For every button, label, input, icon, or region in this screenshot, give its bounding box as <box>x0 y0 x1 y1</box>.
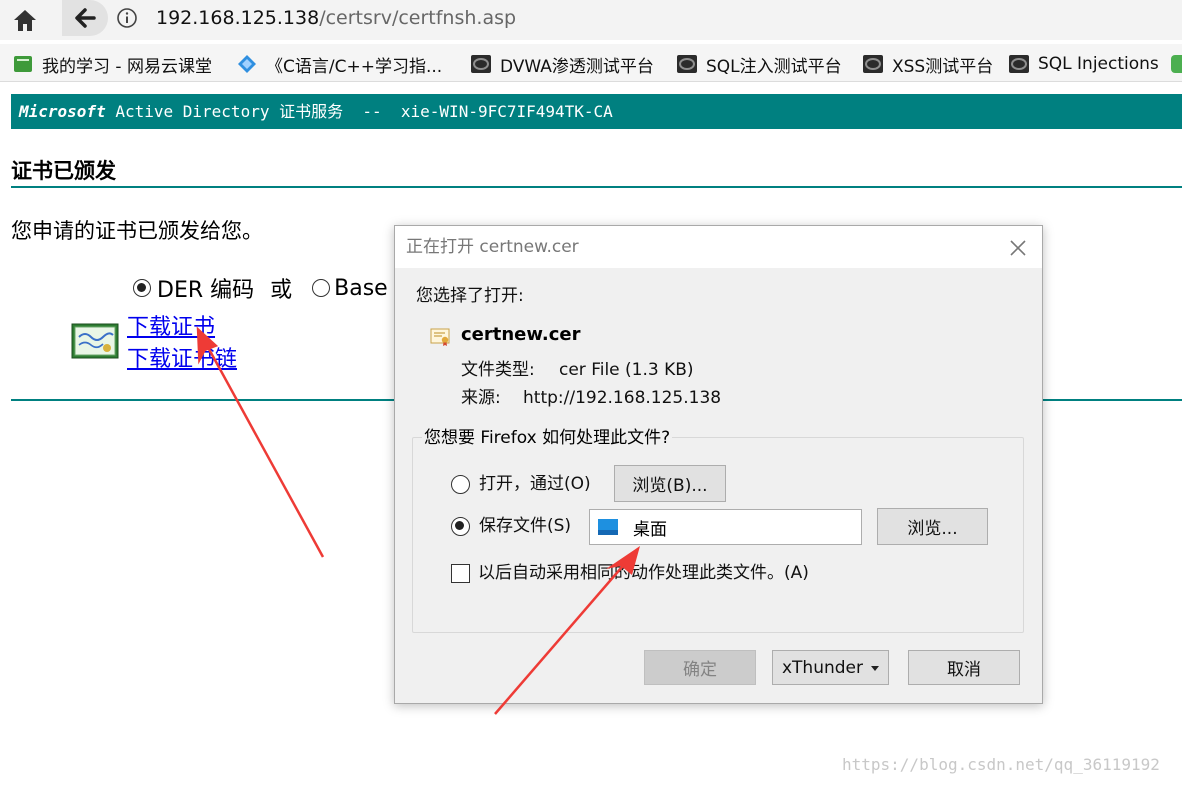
open-with-label: 打开，通过(O) <box>479 474 591 494</box>
desktop-icon <box>598 519 618 535</box>
auto-action-label: 以后自动采用相同的动作处理此类文件。(A) <box>478 563 809 583</box>
bookmarks-bar: 我的学习 - 网易云课堂 《C语言/C++学习指... DVWA渗透测试平台 S… <box>0 44 1182 82</box>
save-location-value: 桌面 <box>633 519 667 540</box>
xthunder-button[interactable]: xThunder <box>772 650 889 685</box>
file-type-value: cer File (1.3 KB) <box>559 360 694 380</box>
download-cert-link[interactable]: 下载证书 <box>127 313 215 343</box>
save-file-radio[interactable] <box>451 517 470 536</box>
der-label: DER 编码 <box>157 278 255 303</box>
der-radio[interactable] <box>133 279 151 297</box>
encoding-options: DER 编码 或 Base <box>133 272 395 304</box>
or-label: 或 <box>270 278 293 303</box>
bookmark-label: 我的学习 - 网易云课堂 <box>42 56 212 77</box>
banner-brand: Microsoft <box>19 102 106 121</box>
bookmark-label: DVWA渗透测试平台 <box>500 56 654 77</box>
bookmark-item[interactable]: DVWA渗透测试平台 <box>470 52 654 77</box>
divider <box>11 399 394 401</box>
bookmark-label: 《C语言/C++学习指... <box>266 56 443 77</box>
back-button[interactable] <box>62 0 108 36</box>
bookmark-label: SQL注入测试平台 <box>706 56 842 77</box>
certificate-icon <box>71 323 119 359</box>
diamond-icon <box>238 55 256 73</box>
issued-message: 您申请的证书已颁发给您。 <box>11 219 263 243</box>
site-icon <box>677 55 697 73</box>
bookmark-item[interactable]: SQL注入测试平台 <box>676 52 842 77</box>
browse-save-button[interactable]: 浏览... <box>877 508 988 545</box>
bookmark-label: XSS测试平台 <box>892 56 994 77</box>
url-path: /certsrv/certfnsh.asp <box>319 7 517 29</box>
watermark: https://blog.csdn.net/qq_36119192 <box>842 755 1160 774</box>
chevron-down-icon <box>871 666 879 671</box>
back-arrow-icon <box>75 8 96 28</box>
site-icon <box>471 55 491 73</box>
file-name: certnew.cer <box>461 324 581 345</box>
open-with-radio[interactable] <box>451 475 470 494</box>
address-bar[interactable]: 192.168.125.138/certsrv/certfnsh.asp <box>156 5 516 31</box>
bookmark-label: SQL Injections <box>1038 54 1159 74</box>
bookmark-item[interactable]: 《C语言/C++学习指... <box>236 52 443 77</box>
home-icon[interactable] <box>10 5 40 35</box>
browse-open-button[interactable]: 浏览(B)... <box>614 465 726 502</box>
site-icon <box>863 55 883 73</box>
open-file-dialog: 正在打开 certnew.cer 您选择了打开: certnew.cer 文件类… <box>394 225 1043 704</box>
site-icon <box>1009 55 1029 73</box>
source-label: 来源: <box>461 388 501 408</box>
dialog-titlebar: 正在打开 certnew.cer <box>395 226 1042 268</box>
chose-label: 您选择了打开: <box>416 286 524 306</box>
base64-label: Base <box>334 275 388 301</box>
save-file-label: 保存文件(S) <box>479 516 572 536</box>
file-type-label: 文件类型: <box>461 360 535 380</box>
bookmark-overflow-icon[interactable] <box>1170 52 1182 76</box>
save-location-field[interactable]: 桌面 <box>589 509 862 545</box>
book-icon <box>14 56 32 72</box>
xthunder-label: xThunder <box>781 657 863 678</box>
page-title: 证书已颁发 <box>11 159 116 183</box>
page-banner: Microsoft Active Directory 证书服务 -- xie-W… <box>11 94 1182 129</box>
divider <box>1043 399 1182 401</box>
source-value: http://192.168.125.138 <box>523 388 722 408</box>
action-group-title: 您想要 Firefox 如何处理此文件? <box>422 426 673 450</box>
base64-radio[interactable] <box>312 279 331 297</box>
bookmark-item[interactable]: XSS测试平台 <box>862 52 994 77</box>
bookmark-item[interactable]: SQL Injections <box>1008 52 1159 76</box>
bookmark-item[interactable]: 我的学习 - 网易云课堂 <box>12 52 212 77</box>
close-icon[interactable] <box>1005 235 1031 261</box>
ok-button[interactable]: 确定 <box>644 650 756 685</box>
browser-toolbar: 192.168.125.138/certsrv/certfnsh.asp <box>0 0 1182 40</box>
cer-file-icon <box>430 325 452 347</box>
cancel-button[interactable]: 取消 <box>908 650 1020 685</box>
url-host: 192.168.125.138 <box>156 7 320 29</box>
auto-action-checkbox[interactable] <box>451 564 470 583</box>
banner-text: Active Directory 证书服务 -- xie-WIN-9FC7IF4… <box>105 102 613 121</box>
site-info-icon[interactable] <box>116 7 138 29</box>
download-chain-link[interactable]: 下载证书链 <box>127 345 237 375</box>
divider <box>11 186 1182 188</box>
dialog-title: 正在打开 certnew.cer <box>406 237 579 257</box>
